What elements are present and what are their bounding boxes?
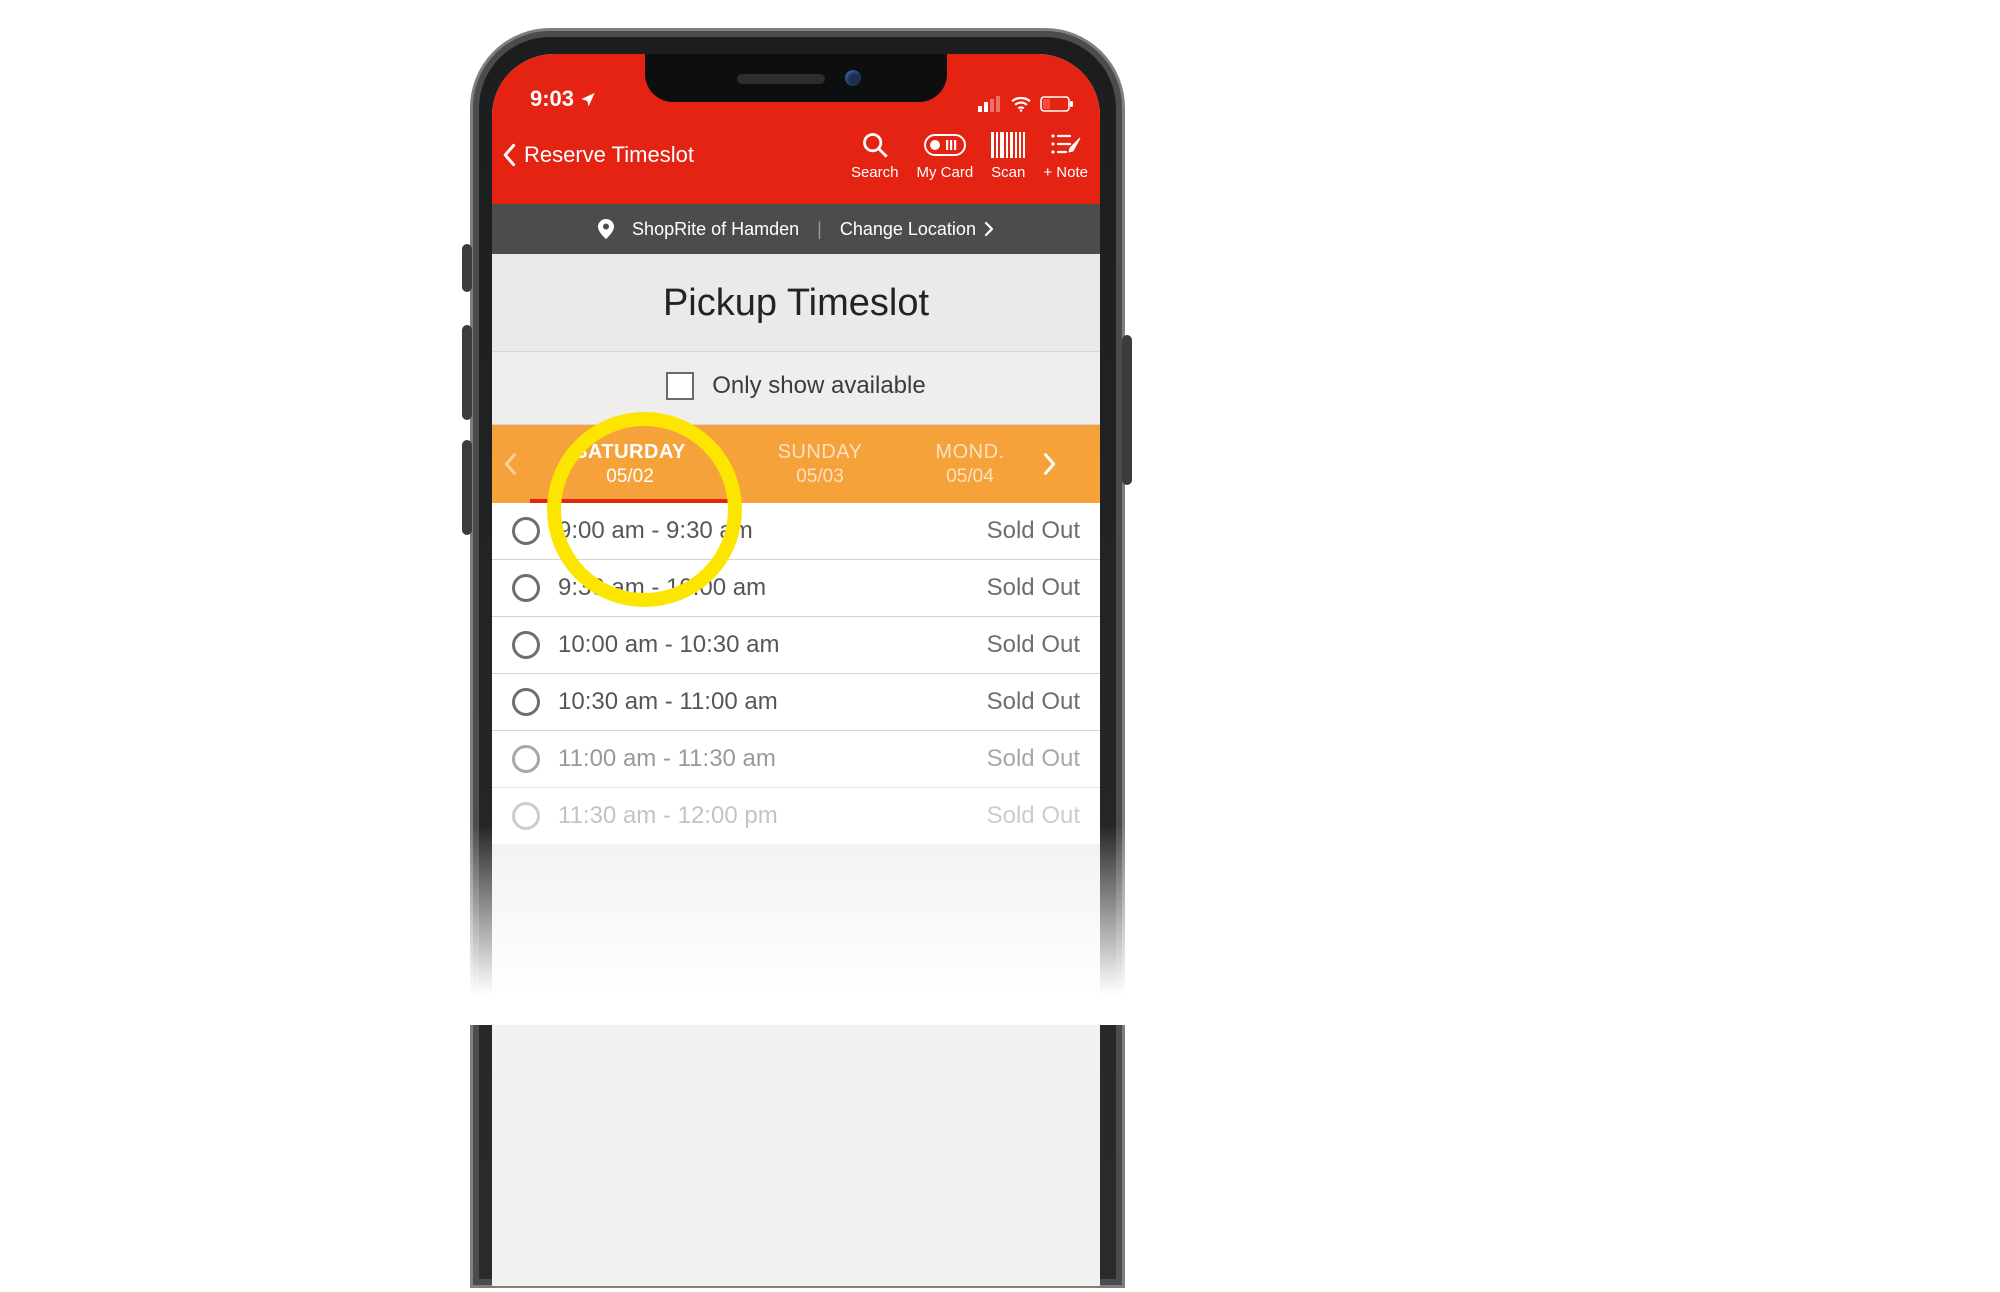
timeslot-list: 9:00 am - 9:30 am Sold Out 9:30 am - 10:… — [492, 503, 1100, 844]
timeslot-status: Sold Out — [987, 745, 1080, 773]
day-next-button[interactable] — [1030, 425, 1068, 503]
search-icon — [861, 130, 889, 160]
nav-bar: Reserve Timeslot Search — [492, 116, 1100, 204]
change-location-label: Change Location — [840, 219, 976, 240]
list-edit-icon — [1050, 130, 1082, 160]
timeslot-status: Sold Out — [987, 574, 1080, 602]
timeslot-row[interactable]: 10:00 am - 10:30 am Sold Out — [492, 617, 1100, 674]
radio-unchecked-icon — [512, 688, 540, 716]
battery-low-icon — [1040, 96, 1074, 112]
barcode-icon — [991, 130, 1025, 160]
radio-unchecked-icon — [512, 574, 540, 602]
timeslot-time: 9:30 am - 10:00 am — [558, 574, 766, 602]
nav-action-label: Scan — [991, 164, 1025, 181]
day-prev-button[interactable] — [492, 425, 530, 503]
timeslot-time: 11:30 am - 12:00 pm — [558, 802, 778, 830]
timeslot-time: 10:00 am - 10:30 am — [558, 631, 779, 659]
map-pin-icon — [598, 219, 614, 239]
day-tab-date: 05/02 — [606, 466, 654, 488]
timeslot-time: 10:30 am - 11:00 am — [558, 688, 778, 716]
day-tab-date: 05/04 — [946, 466, 994, 488]
loyalty-card-icon — [924, 130, 966, 160]
timeslot-row[interactable]: 10:30 am - 11:00 am Sold Out — [492, 674, 1100, 731]
timeslot-status: Sold Out — [987, 688, 1080, 716]
phone-notch — [645, 54, 947, 102]
location-bar: ShopRite of Hamden | Change Location — [492, 204, 1100, 254]
timeslot-row[interactable]: 11:30 am - 12:00 pm Sold Out — [492, 788, 1100, 844]
selected-tab-underline — [530, 499, 730, 503]
nav-action-scan[interactable]: Scan — [991, 130, 1025, 181]
day-tab-monday[interactable]: MOND. 05/04 — [910, 425, 1030, 503]
radio-unchecked-icon — [512, 745, 540, 773]
nav-action-label: + Note — [1043, 164, 1088, 181]
timeslot-status: Sold Out — [987, 802, 1080, 830]
status-time: 9:03 — [530, 86, 574, 112]
chevron-left-icon — [502, 143, 518, 167]
day-tab-name: MOND. — [935, 441, 1004, 464]
change-location-button[interactable]: Change Location — [840, 219, 994, 240]
wifi-icon — [1010, 96, 1032, 112]
nav-action-search[interactable]: Search — [851, 130, 899, 181]
radio-unchecked-icon — [512, 517, 540, 545]
day-tab-name: SUNDAY — [778, 441, 863, 464]
chevron-right-icon — [1042, 452, 1056, 476]
cellular-icon — [978, 96, 1002, 112]
radio-unchecked-icon — [512, 631, 540, 659]
phone-volume-up — [462, 325, 472, 420]
timeslot-time: 9:00 am - 9:30 am — [558, 517, 753, 545]
only-available-filter[interactable]: Only show available — [492, 352, 1100, 425]
phone-side-button — [1122, 335, 1132, 485]
radio-unchecked-icon — [512, 802, 540, 830]
phone-screen: 9:03 — [492, 54, 1100, 1286]
nav-action-my-card[interactable]: My Card — [916, 130, 973, 181]
location-arrow-icon — [580, 91, 596, 107]
store-name: ShopRite of Hamden — [632, 219, 799, 240]
timeslot-status: Sold Out — [987, 631, 1080, 659]
day-tab-sunday[interactable]: SUNDAY 05/03 — [730, 425, 910, 503]
timeslot-row[interactable]: 9:30 am - 10:00 am Sold Out — [492, 560, 1100, 617]
timeslot-row[interactable]: 9:00 am - 9:30 am Sold Out — [492, 503, 1100, 560]
timeslot-time: 11:00 am - 11:30 am — [558, 745, 776, 773]
phone-volume-down — [462, 440, 472, 535]
day-tab-date: 05/03 — [796, 466, 844, 488]
divider: | — [817, 219, 822, 240]
back-label: Reserve Timeslot — [524, 142, 694, 168]
nav-action-label: My Card — [916, 164, 973, 181]
only-available-label: Only show available — [712, 372, 925, 400]
nav-action-note[interactable]: + Note — [1043, 130, 1088, 181]
checkbox-unchecked-icon — [666, 372, 694, 400]
phone-silent-switch — [462, 244, 472, 292]
day-tabs: SATURDAY 05/02 SUNDAY 05/03 MOND. 05/04 — [492, 425, 1100, 503]
timeslot-row[interactable]: 11:00 am - 11:30 am Sold Out — [492, 731, 1100, 788]
back-button[interactable]: Reserve Timeslot — [502, 142, 694, 168]
page-title: Pickup Timeslot — [492, 282, 1100, 325]
chevron-left-icon — [504, 452, 518, 476]
nav-action-label: Search — [851, 164, 899, 181]
page-title-wrap: Pickup Timeslot — [492, 254, 1100, 352]
chevron-right-icon — [984, 221, 994, 237]
day-tab-name: SATURDAY — [574, 441, 686, 464]
timeslot-status: Sold Out — [987, 517, 1080, 545]
day-tab-saturday[interactable]: SATURDAY 05/02 — [530, 425, 730, 503]
